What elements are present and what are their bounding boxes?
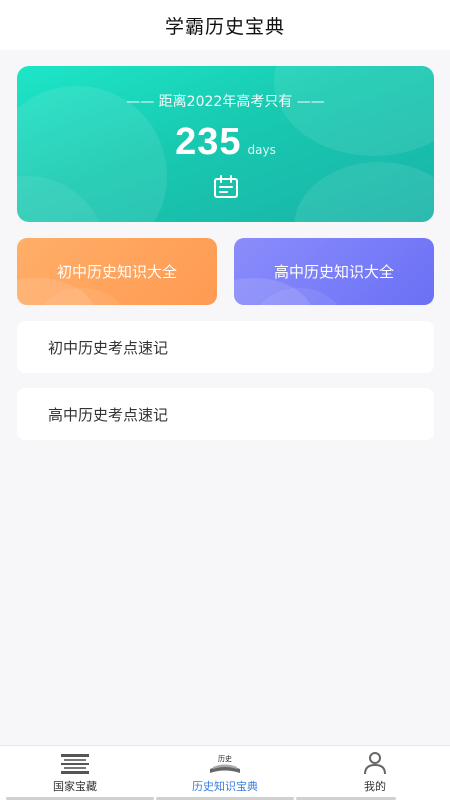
page-title: 学霸历史宝典 xyxy=(164,15,285,38)
tab-national-treasure[interactable]: 国家宝藏 xyxy=(30,746,120,800)
app-header: 学霸历史宝典 xyxy=(0,0,450,50)
senior-history-card[interactable]: 高中历史知识大全 xyxy=(234,238,434,305)
list-item-label: 高中历史考点速记 xyxy=(48,405,169,424)
senior-history-label: 高中历史知识大全 xyxy=(273,263,394,281)
tab-history-knowledge[interactable]: 历史 历史知识宝典 xyxy=(180,746,270,800)
exam-countdown-card: —— 距离2022年高考只有 —— 235 days xyxy=(17,66,434,222)
junior-history-label: 初中历史知识大全 xyxy=(56,263,177,281)
bottom-tab-bar: 国家宝藏 历史 历史知识宝典 我的 xyxy=(0,745,450,800)
book-icon-text: 历史 xyxy=(218,754,232,763)
list-item-senior-keypoints[interactable]: 高中历史考点速记 xyxy=(17,388,434,440)
treasure-icon xyxy=(61,754,89,774)
history-book-icon: 历史 xyxy=(210,754,240,773)
junior-history-card[interactable]: 初中历史知识大全 xyxy=(17,238,217,305)
list-item-junior-keypoints[interactable]: 初中历史考点速记 xyxy=(17,321,434,373)
countdown-unit: days xyxy=(247,143,276,157)
tab-label: 历史知识宝典 xyxy=(192,780,258,793)
countdown-title: —— 距离2022年高考只有 —— xyxy=(126,94,325,110)
countdown-days: 235 xyxy=(175,121,242,163)
tab-label: 我的 xyxy=(364,780,386,793)
user-icon xyxy=(364,752,386,775)
tab-mine[interactable]: 我的 xyxy=(330,746,420,800)
tab-label: 国家宝藏 xyxy=(53,780,97,793)
list-item-label: 初中历史考点速记 xyxy=(48,338,169,357)
calendar-icon[interactable] xyxy=(213,175,239,199)
